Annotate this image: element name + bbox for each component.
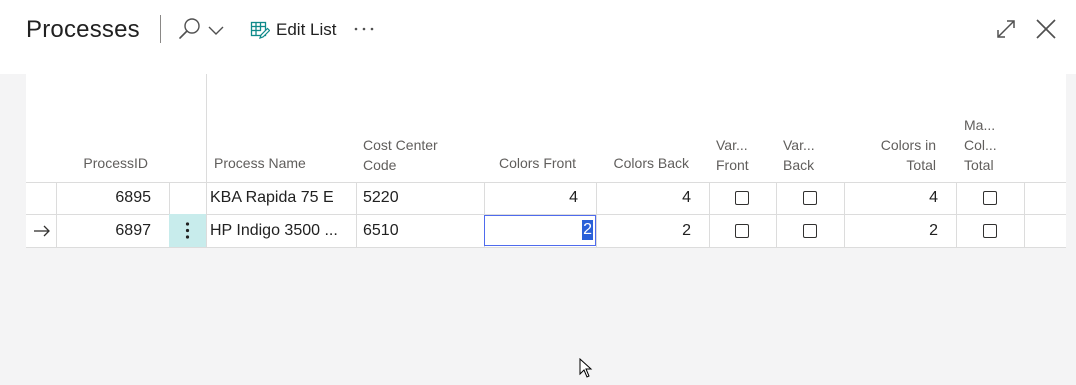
- row-divider: [26, 247, 1066, 248]
- column-header-colors-back[interactable]: Colors Back: [598, 153, 689, 173]
- process-list-grid: ProcessID Process Name Cost Center Code …: [26, 74, 1066, 248]
- column-header-max-col-total[interactable]: Ma... Col... Total: [964, 115, 1020, 175]
- cell-colors-front[interactable]: 4: [488, 188, 578, 208]
- column-header-process-id[interactable]: ProcessID: [66, 153, 148, 173]
- checkbox-var-front[interactable]: [735, 224, 749, 238]
- header-line: Front: [716, 157, 749, 173]
- edit-list-button[interactable]: Edit List: [250, 17, 336, 43]
- header-line: Var...: [716, 137, 748, 153]
- edit-list-label: Edit List: [276, 20, 337, 39]
- column-divider: [1024, 182, 1025, 248]
- cell-process-id[interactable]: 6895: [66, 188, 151, 208]
- column-header-cost-center-code[interactable]: Cost Center Code: [363, 135, 473, 175]
- column-divider: [596, 182, 597, 248]
- column-divider: [776, 182, 777, 248]
- cell-colors-back[interactable]: 4: [600, 188, 691, 208]
- checkbox-max-col-total[interactable]: [983, 224, 997, 238]
- cell-colors-in-total[interactable]: 4: [848, 188, 938, 208]
- header-line: Ma...: [964, 117, 996, 133]
- column-header-process-name[interactable]: Process Name: [214, 153, 344, 173]
- checkbox-var-back[interactable]: [803, 191, 817, 205]
- checkbox-max-col-total[interactable]: [983, 191, 997, 205]
- header-line: Total: [906, 157, 936, 173]
- expand-button[interactable]: [994, 17, 1018, 41]
- cell-colors-in-total[interactable]: 2: [848, 221, 938, 241]
- search-icon: [179, 18, 200, 39]
- column-divider: [356, 182, 357, 248]
- column-header-colors-front[interactable]: Colors Front: [486, 153, 576, 173]
- mouse-cursor-icon: [579, 358, 593, 378]
- cell-process-id[interactable]: 6897: [66, 221, 151, 241]
- column-divider: [56, 182, 57, 248]
- vertical-ellipsis-icon: [185, 222, 190, 239]
- page-title: Processes: [26, 16, 140, 43]
- selected-value: 2: [582, 220, 593, 240]
- header-line: Total: [964, 157, 994, 173]
- expand-icon: [997, 20, 1015, 38]
- column-header-var-back[interactable]: Var... Back: [783, 135, 839, 175]
- cell-process-name[interactable]: HP Indigo 3500 ...: [210, 221, 352, 241]
- column-divider: [709, 182, 710, 248]
- column-divider: [956, 182, 957, 248]
- chevron-down-icon: [208, 26, 224, 35]
- header-divider: [160, 15, 161, 43]
- column-divider: [206, 74, 207, 248]
- header-line: Col...: [964, 137, 997, 153]
- search-button[interactable]: [178, 17, 226, 43]
- checkbox-var-front[interactable]: [735, 191, 749, 205]
- header-line: Back: [783, 157, 815, 173]
- more-icon: [354, 27, 374, 31]
- header-line: Var...: [783, 137, 815, 153]
- header-line: Code: [363, 157, 397, 173]
- cell-process-name[interactable]: KBA Rapida 75 E: [210, 188, 352, 208]
- column-header-var-front[interactable]: Var... Front: [716, 135, 772, 175]
- checkbox-var-back[interactable]: [803, 224, 817, 238]
- more-options-button[interactable]: [352, 16, 378, 42]
- page-header: Processes Edit List: [0, 0, 1076, 74]
- cell-cost-center-code[interactable]: 5220: [363, 188, 481, 208]
- colors-front-input[interactable]: 2: [484, 215, 596, 246]
- header-line: Cost Center: [363, 137, 438, 153]
- cell-colors-back[interactable]: 2: [600, 221, 691, 241]
- column-header-colors-in-total[interactable]: Colors in Total: [846, 135, 936, 175]
- arrow-right-icon: [34, 225, 50, 237]
- close-button[interactable]: [1034, 17, 1058, 41]
- header-line: Colors in: [880, 137, 936, 153]
- edit-list-icon: [250, 21, 270, 39]
- close-icon: [1036, 19, 1056, 39]
- cell-cost-center-code[interactable]: 6510: [363, 221, 481, 241]
- row-actions-button[interactable]: [169, 214, 206, 247]
- row-divider: [26, 182, 1066, 183]
- column-divider: [844, 182, 845, 248]
